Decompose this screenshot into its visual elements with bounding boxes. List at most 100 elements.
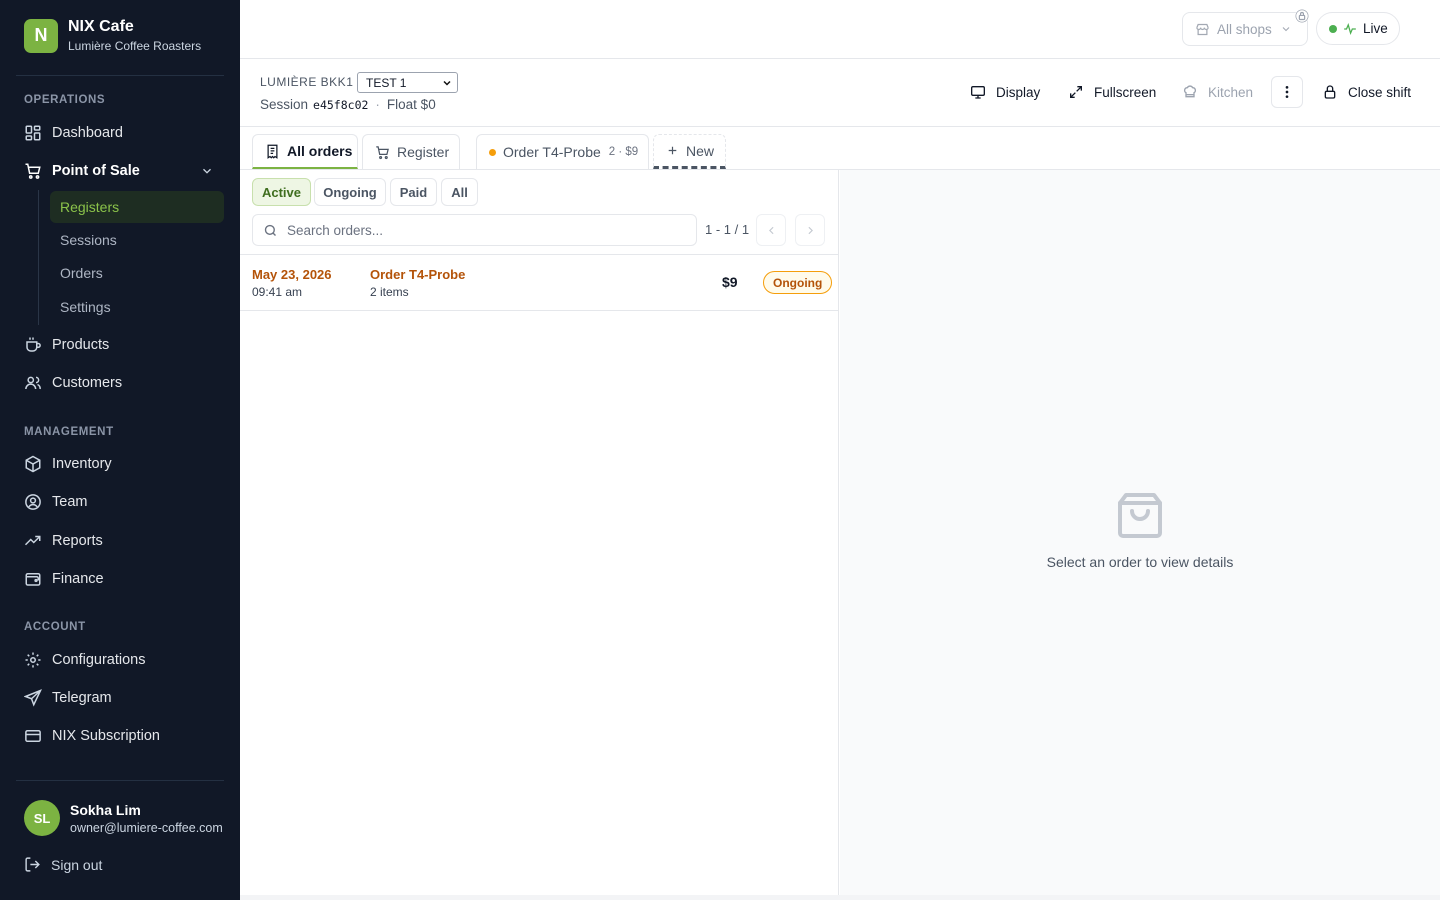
session-label: Session [260,97,309,112]
order-row[interactable]: May 23, 2026 09:41 am Order T4-Probe 2 i… [240,255,839,311]
kitchen-button[interactable]: Kitchen [1182,81,1253,103]
more-vertical-icon [1285,86,1289,98]
sidebar-subitem-sessions[interactable]: Sessions [50,224,224,256]
sidebar-subitem-settings[interactable]: Settings [50,291,224,323]
order-status-dot [489,148,496,156]
sidebar-item-telegram[interactable]: Telegram [16,682,224,714]
tab-label: New [686,142,715,159]
sign-out-button[interactable]: Sign out [24,856,102,873]
new-order-tab[interactable]: New [653,134,726,169]
sidebar-item-point-of-sale[interactable]: Point of Sale [16,155,224,187]
filter-all[interactable]: All [441,178,478,206]
tab-all-orders[interactable]: All orders [252,134,358,169]
lock-icon [1324,85,1336,99]
sign-out-label: Sign out [51,856,103,873]
live-status-button[interactable]: Live [1316,12,1400,45]
prev-page-button[interactable] [756,214,786,246]
section-label-management: MANAGEMENT [24,426,114,438]
sidebar-item-label: Inventory [52,456,112,472]
user-profile[interactable]: SL Sokha Lim owner@lumiere-coffee.com [24,800,223,836]
sidebar-item-label: Point of Sale [52,163,140,179]
user-circle-icon [25,494,41,510]
brand[interactable]: N NIX Cafe Lumière Coffee Roasters [24,18,201,53]
bottom-strip [240,895,1440,900]
sidebar-item-customers[interactable]: Customers [16,367,224,399]
store-icon [1196,23,1209,35]
trend-up-icon [24,535,41,546]
order-details-panel: Select an order to view details [840,170,1440,895]
display-button[interactable]: Display [970,81,1040,103]
sidebar-subitem-registers[interactable]: Registers [50,191,224,223]
register-select[interactable]: TEST 1 [357,72,458,93]
next-page-button[interactable] [795,214,825,246]
lock-icon [1295,9,1309,23]
search-icon [264,224,276,236]
cart-icon [376,145,389,159]
live-label: Live [1363,21,1388,36]
order-tabs: All orders Register Order T4-Probe 2 · $… [240,127,1440,170]
shopping-bag-icon [1118,493,1162,538]
filter-paid[interactable]: Paid [390,178,437,206]
sidebar-subitem-orders[interactable]: Orders [50,257,224,289]
sidebar-item-team[interactable]: Team [16,486,224,518]
register-select-value: TEST 1 [366,75,407,90]
sidebar-item-label: Reports [52,533,103,549]
kitchen-label: Kitchen [1208,84,1254,100]
avatar: SL [24,800,60,836]
sidebar-item-label: Team [52,494,88,510]
box-icon [25,455,41,473]
tab-label: All orders [287,143,353,159]
session-info: Session e45f8c02 · Float $0 [260,97,436,112]
order-name: Order T4-Probe [370,267,466,282]
top-bar: All shops Live [240,0,1440,59]
sidebar-item-configurations[interactable]: Configurations [16,644,224,676]
activity-icon [1344,22,1356,35]
more-options-button[interactable] [1271,76,1303,108]
orders-panel: Active Ongoing Paid All 1 - 1 / 1 May 23… [240,170,839,895]
sidebar-divider [16,780,224,781]
fullscreen-label: Fullscreen [1094,84,1157,100]
sidebar-item-label: Finance [52,571,104,587]
sidebar-item-inventory[interactable]: Inventory [16,448,224,480]
search-input[interactable] [287,222,667,238]
filter-ongoing[interactable]: Ongoing [314,178,386,206]
chevron-down-icon [203,168,211,174]
users-icon [25,376,41,390]
sidebar-item-label: Telegram [52,690,112,706]
order-date: May 23, 2026 [252,267,332,282]
display-label: Display [996,84,1041,100]
sidebar-item-reports[interactable]: Reports [16,525,224,557]
sidebar-item-label: Configurations [52,652,146,668]
chevron-left-icon [768,226,774,234]
search-box [252,214,697,246]
order-total: $9 [722,274,738,290]
section-label-operations: OPERATIONS [24,94,106,106]
tab-register[interactable]: Register [362,134,460,169]
shop-selector[interactable]: All shops [1182,9,1309,46]
filter-active[interactable]: Active [252,178,311,206]
sidebar-item-label: Customers [52,375,123,391]
sidebar-item-subscription[interactable]: NIX Subscription [16,720,224,752]
user-email: owner@lumiere-coffee.com [70,820,223,835]
chevron-down-icon [1282,27,1290,32]
user-name: Sokha Lim [70,801,141,818]
close-shift-button[interactable]: Close shift [1322,81,1411,103]
order-time: 09:41 am [252,285,303,299]
brand-logo: N [24,18,58,53]
sidebar-item-products[interactable]: Products [16,329,224,361]
dashboard-icon [25,125,41,141]
live-indicator-dot [1329,24,1337,33]
order-item-count: 2 items [370,285,409,299]
session-code: e45f8c02 [313,97,369,112]
monitor-icon [971,86,985,99]
tab-label: Register [397,144,450,160]
sidebar-item-finance[interactable]: Finance [16,563,224,595]
fullscreen-button[interactable]: Fullscreen [1068,81,1156,103]
empty-state-text: Select an order to view details [1046,554,1234,570]
sidebar-item-dashboard[interactable]: Dashboard [16,117,224,149]
coffee-cup-icon [26,337,41,352]
sidebar: N NIX Cafe Lumière Coffee Roasters OPERA… [0,0,240,900]
chef-hat-icon [1184,85,1196,98]
brand-subtitle: Lumière Coffee Roasters [68,39,202,53]
tab-order-t4-probe[interactable]: Order T4-Probe 2 · $9 [476,134,649,169]
